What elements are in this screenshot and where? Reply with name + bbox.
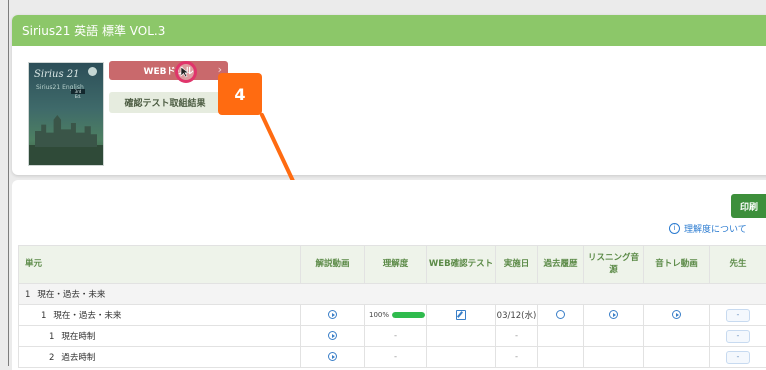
- mouse-pointer-icon: [180, 66, 192, 78]
- column-header-date: 実施日: [496, 246, 538, 284]
- course-card: Sirius21 英語 標準 VOL.3 Sirius 21 Sirius21 …: [12, 15, 766, 175]
- book-cover-badge: 3rd Ed.: [71, 89, 85, 94]
- item-number: 1: [49, 332, 54, 342]
- play-video-icon[interactable]: [328, 331, 337, 340]
- web-test-cell: [427, 347, 496, 368]
- item-cell: 1 現在時制: [19, 326, 301, 347]
- item-label: 過去時制: [61, 353, 95, 363]
- sound-training-cell: [644, 347, 710, 368]
- teacher-cell: -: [710, 326, 766, 347]
- print-label: 印刷: [740, 200, 758, 213]
- comprehension-cell: -: [365, 326, 427, 347]
- column-header-comprehension: 理解度: [365, 246, 427, 284]
- progress-fill: [392, 312, 425, 318]
- listening-cell: [584, 326, 644, 347]
- teacher-button[interactable]: -: [726, 330, 750, 343]
- column-header-listening: リスニング音源: [584, 246, 644, 284]
- window-frame-edge: [8, 0, 9, 366]
- play-video-icon[interactable]: [328, 310, 337, 319]
- table-header-row: 単元 解説動画 理解度 WEB確認テスト 実施日 過去履歴 リスニング音源 音ト…: [19, 246, 766, 284]
- teacher-cell: -: [710, 347, 766, 368]
- listening-cell: [584, 347, 644, 368]
- comprehension-progress: 100%: [365, 311, 426, 319]
- date-text: 03/12(水): [497, 311, 537, 321]
- video-cell: [301, 347, 365, 368]
- play-training-icon[interactable]: [672, 310, 681, 319]
- course-title: Sirius21 英語 標準 VOL.3: [12, 15, 766, 46]
- date-cell: -: [496, 347, 538, 368]
- table-row[interactable]: 1 現在・過去・未来 100% 03/12(水) -: [19, 305, 766, 326]
- teacher-cell: -: [710, 305, 766, 326]
- video-cell: [301, 305, 365, 326]
- column-header-web-test: WEB確認テスト: [427, 246, 496, 284]
- book-cover-ground: [29, 145, 103, 165]
- chapter-number: 1: [25, 290, 30, 300]
- test-results-button[interactable]: 確認テスト取組結果: [109, 92, 221, 113]
- comprehension-info-link[interactable]: i 理解度について: [669, 222, 747, 235]
- step-number-badge: 4: [218, 73, 262, 115]
- sound-training-cell: [644, 305, 710, 326]
- comprehension-cell: 100%: [365, 305, 427, 326]
- test-results-label: 確認テスト取組結果: [124, 96, 205, 109]
- web-test-cell: [427, 305, 496, 326]
- book-cover-castle: [35, 115, 97, 147]
- history-cell: [538, 326, 584, 347]
- column-header-history: 過去履歴: [538, 246, 584, 284]
- book-cover-image: Sirius 21 Sirius21 English 3rd Ed.: [28, 62, 104, 166]
- column-header-sound-training: 音トレ動画: [644, 246, 710, 284]
- listening-cell: [584, 305, 644, 326]
- unit-number: 1: [41, 311, 46, 321]
- history-circle-icon[interactable]: [556, 310, 565, 319]
- web-drill-button[interactable]: WEBドリル ›: [109, 61, 228, 80]
- table-row[interactable]: 2 過去時制 - - -: [19, 347, 766, 368]
- unit-label: 現在・過去・未来: [53, 311, 121, 321]
- table-row[interactable]: 1 現在時制 - - -: [19, 326, 766, 347]
- info-icon: i: [669, 223, 680, 234]
- progress-label: 100%: [369, 311, 389, 319]
- chapter-label: 現在・過去・未来: [37, 290, 105, 300]
- item-cell: 2 過去時制: [19, 347, 301, 368]
- play-video-icon[interactable]: [328, 352, 337, 361]
- progress-track: [392, 312, 425, 318]
- column-header-teacher: 先生: [710, 246, 766, 284]
- book-cover-title: Sirius 21: [34, 69, 80, 80]
- video-cell: [301, 326, 365, 347]
- item-number: 2: [49, 353, 54, 363]
- unit-table: 単元 解説動画 理解度 WEB確認テスト 実施日 過去履歴 リスニング音源 音ト…: [18, 245, 766, 368]
- item-label: 現在時制: [61, 332, 95, 342]
- book-cover-moon: [88, 67, 97, 76]
- web-test-cell: [427, 326, 496, 347]
- column-header-video: 解説動画: [301, 246, 365, 284]
- print-button[interactable]: 印刷: [731, 194, 766, 218]
- comprehension-cell: -: [365, 347, 427, 368]
- unit-cell: 1 現在・過去・未来: [19, 305, 301, 326]
- teacher-button[interactable]: -: [726, 309, 750, 322]
- play-audio-icon[interactable]: [609, 310, 618, 319]
- date-cell: -: [496, 326, 538, 347]
- chapter-cell: 1 現在・過去・未来: [19, 284, 766, 305]
- click-cursor-indicator: [175, 61, 197, 83]
- teacher-button[interactable]: -: [726, 351, 750, 364]
- edit-test-icon[interactable]: [456, 310, 466, 320]
- column-header-unit: 単元: [19, 246, 301, 284]
- comprehension-info-label: 理解度について: [684, 222, 747, 235]
- sound-training-cell: [644, 326, 710, 347]
- table-row-chapter: 1 現在・過去・未来: [19, 284, 766, 305]
- history-cell: [538, 347, 584, 368]
- date-cell: 03/12(水): [496, 305, 538, 326]
- history-cell: [538, 305, 584, 326]
